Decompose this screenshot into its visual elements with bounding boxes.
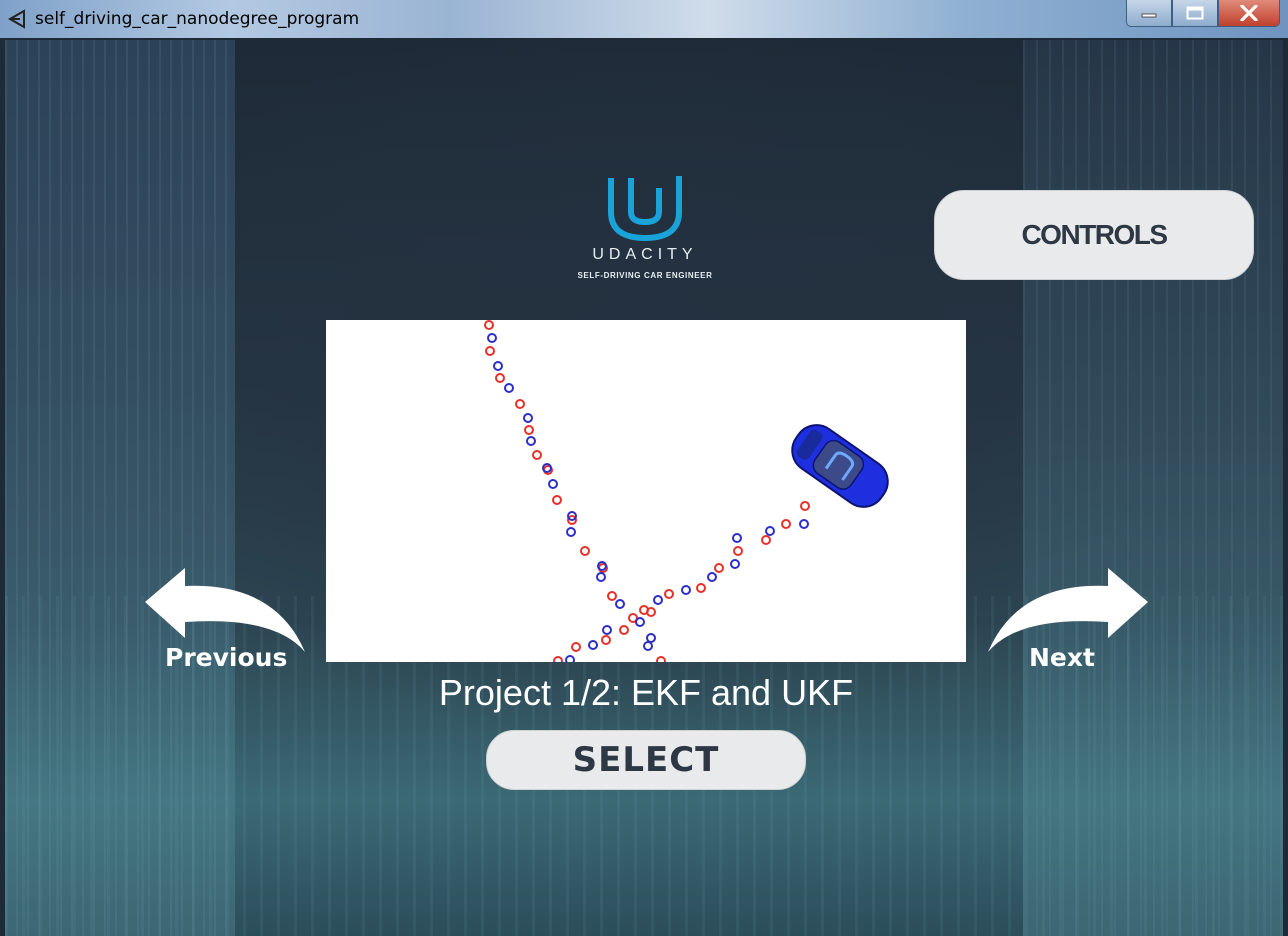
previous-label[interactable]: Previous bbox=[165, 643, 287, 672]
next-label[interactable]: Next bbox=[1029, 643, 1095, 672]
project-title: Project 1/2: EKF and UKF bbox=[438, 672, 854, 713]
udacity-logo: UDACITY SELF-DRIVING CAR ENGINEER bbox=[565, 172, 725, 280]
car-icon bbox=[791, 424, 889, 508]
minimize-icon bbox=[1141, 13, 1157, 18]
close-icon bbox=[1240, 5, 1258, 21]
ekf-trajectory-illustration bbox=[484, 320, 889, 662]
window-controls bbox=[1126, 0, 1280, 28]
udacity-u-icon bbox=[608, 176, 682, 242]
controls-button[interactable]: CONTROLS bbox=[934, 190, 1254, 280]
simulator-main-menu: UDACITY SELF-DRIVING CAR ENGINEER CONTRO… bbox=[5, 40, 1283, 936]
select-button[interactable]: SELECT bbox=[486, 730, 806, 790]
maximize-icon bbox=[1186, 6, 1204, 20]
radar-measurement-markers bbox=[484, 320, 810, 662]
brand-name: UDACITY bbox=[592, 246, 698, 263]
maximize-button[interactable] bbox=[1172, 0, 1218, 27]
project-preview-image bbox=[326, 320, 966, 662]
previous-arrow-icon[interactable] bbox=[145, 568, 310, 654]
close-button[interactable] bbox=[1218, 0, 1280, 27]
brand-tagline: SELF-DRIVING CAR ENGINEER bbox=[577, 271, 713, 280]
window-title: self_driving_car_nanodegree_program bbox=[35, 9, 360, 29]
window-title-bar[interactable]: self_driving_car_nanodegree_program bbox=[0, 0, 1288, 38]
minimize-button[interactable] bbox=[1126, 0, 1172, 27]
unity-icon bbox=[8, 9, 25, 29]
next-arrow-icon[interactable] bbox=[983, 568, 1148, 654]
